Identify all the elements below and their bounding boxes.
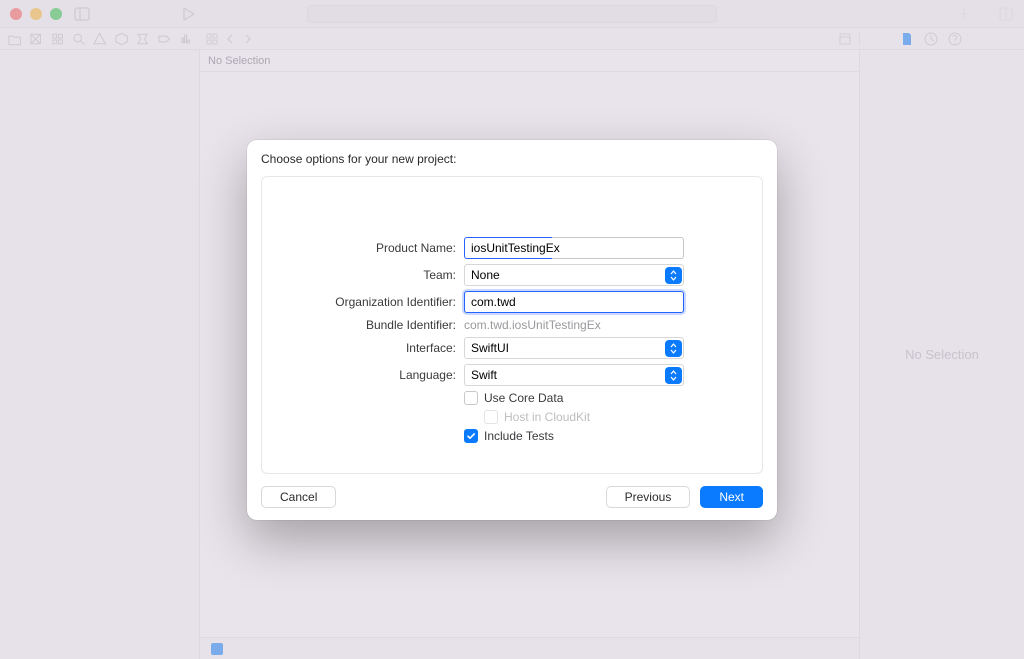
bundle-id-value: com.twd.iosUnitTestingEx	[464, 318, 684, 332]
include-tests-label: Include Tests	[484, 429, 554, 443]
host-cloudkit-row: Host in CloudKit	[464, 410, 684, 424]
use-core-data-checkbox[interactable]	[464, 391, 478, 405]
team-select-value[interactable]	[464, 264, 684, 286]
product-name-label: Product Name:	[278, 241, 456, 255]
org-id-label: Organization Identifier:	[278, 295, 456, 309]
language-select-value[interactable]	[464, 364, 684, 386]
use-core-data-label: Use Core Data	[484, 391, 563, 405]
team-label: Team:	[278, 268, 456, 282]
interface-select[interactable]	[464, 337, 684, 359]
bundle-id-label: Bundle Identifier:	[278, 318, 456, 332]
include-tests-checkbox[interactable]	[464, 429, 478, 443]
include-tests-row[interactable]: Include Tests	[464, 429, 684, 443]
chevron-updown-icon	[665, 267, 682, 284]
previous-button[interactable]: Previous	[606, 486, 691, 508]
host-cloudkit-label: Host in CloudKit	[504, 410, 590, 424]
sheet-footer: Cancel Previous Next	[247, 474, 777, 520]
interface-label: Interface:	[278, 341, 456, 355]
interface-select-value[interactable]	[464, 337, 684, 359]
org-id-input[interactable]	[464, 291, 684, 313]
host-cloudkit-checkbox	[484, 410, 498, 424]
sheet-body: Product Name: Team: Organization Identif…	[261, 176, 763, 474]
chevron-updown-icon	[665, 367, 682, 384]
cancel-button[interactable]: Cancel	[261, 486, 336, 508]
use-core-data-row[interactable]: Use Core Data	[464, 391, 684, 405]
language-label: Language:	[278, 368, 456, 382]
team-select[interactable]	[464, 264, 684, 286]
next-button[interactable]: Next	[700, 486, 763, 508]
chevron-updown-icon	[665, 340, 682, 357]
sheet-title: Choose options for your new project:	[247, 140, 777, 172]
language-select[interactable]	[464, 364, 684, 386]
new-project-sheet: Choose options for your new project: Pro…	[247, 140, 777, 520]
product-name-input[interactable]	[464, 237, 684, 259]
